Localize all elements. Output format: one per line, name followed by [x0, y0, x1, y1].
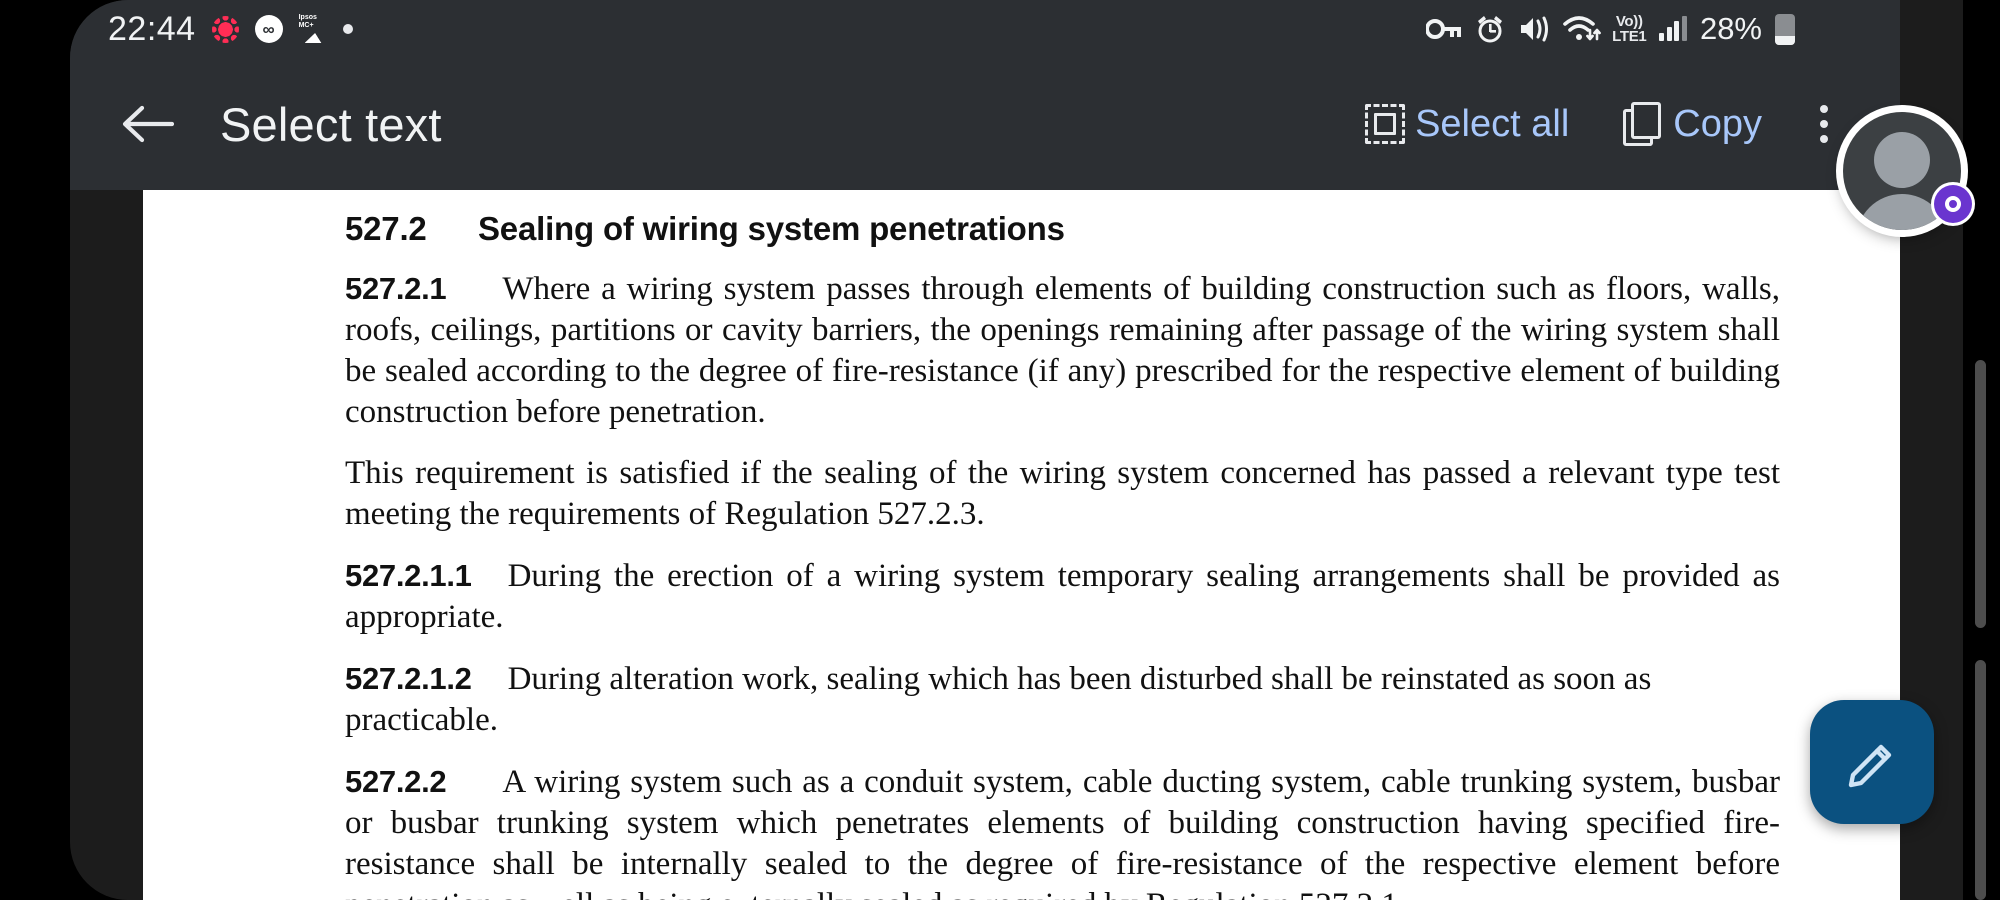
clause-number: 527.2.1.1	[345, 558, 472, 593]
volte-top-label: Vo))	[1615, 13, 1643, 30]
ipsos-label-bottom: MC+	[298, 22, 314, 29]
dot-icon	[342, 24, 353, 34]
select-all-button[interactable]: Select all	[1365, 103, 1569, 146]
scrollbar-thumb[interactable]	[1975, 660, 1986, 900]
select-all-label: Select all	[1415, 102, 1570, 145]
copy-button[interactable]: Copy	[1623, 102, 1762, 146]
document-page[interactable]: 527.2 Sealing of wiring system penetrati…	[143, 190, 1900, 900]
clause-paragraph[interactable]: 527.2.1.1 During the erection of a wiring…	[345, 555, 1780, 638]
back-button[interactable]	[112, 89, 182, 159]
clause-paragraph[interactable]: 527.2.2 A wiring system such as a conduit…	[345, 761, 1780, 900]
vibrate-mute-icon	[1518, 14, 1550, 44]
clause-paragraph[interactable]: 527.2.1 Where a wiring system passes thro…	[345, 268, 1780, 433]
vpn-key-icon	[1426, 16, 1462, 42]
clause-number: 527.2.2	[345, 764, 447, 799]
app-bar: Select text Select all Copy	[70, 58, 1900, 190]
heading-text: Sealing of wiring system penetrations	[478, 210, 1065, 247]
status-bar: 22:44 ∞ Ipsos MC+ Vo)) LTE1 28%	[70, 0, 1900, 58]
alarm-icon	[1475, 14, 1505, 44]
status-clock: 22:44	[108, 9, 196, 48]
signal-bars-icon	[1659, 16, 1687, 41]
edit-fab[interactable]	[1810, 700, 1934, 824]
wifi-icon	[1563, 14, 1601, 44]
clause-text: During the erection of a wiring system t…	[345, 558, 1780, 635]
clause-text: This requirement is satisfied if the sea…	[345, 455, 1780, 532]
screen-root: 22:44 ∞ Ipsos MC+ Vo)) LTE1 28% Select t…	[0, 0, 2000, 900]
document-heading: 527.2 Sealing of wiring system penetrati…	[345, 210, 1780, 248]
clause-text: Where a wiring system passes through ele…	[345, 271, 1780, 430]
app-bar-actions: Select all Copy	[1365, 92, 1856, 156]
scrollbar-thumb[interactable]	[1975, 360, 1986, 628]
ipsos-label-top: Ipsos	[298, 14, 317, 21]
copy-label: Copy	[1673, 102, 1762, 145]
page-title: Select text	[220, 97, 442, 151]
status-bar-left: 22:44 ∞ Ipsos MC+	[108, 10, 353, 49]
pencil-icon	[1848, 744, 1892, 788]
clause-paragraph[interactable]: This requirement is satisfied if the sea…	[345, 453, 1780, 535]
document-content: 527.2 Sealing of wiring system penetrati…	[345, 190, 1780, 900]
dd-circle-icon: ∞	[254, 15, 283, 43]
volte-icon: Vo)) LTE1	[1612, 13, 1647, 45]
overflow-menu-icon[interactable]	[1792, 92, 1856, 156]
ipsos-mediacell-icon: Ipsos MC+	[298, 14, 327, 43]
battery-percent-label: 28%	[1699, 11, 1762, 46]
clause-paragraph[interactable]: 527.2.1.2 During alteration work, sealing…	[345, 658, 1780, 741]
avatar-head-shape	[1874, 132, 1930, 188]
covid-tracker-icon	[211, 15, 239, 43]
copy-icon	[1623, 102, 1663, 146]
status-bar-right: Vo)) LTE1 28%	[1426, 0, 1795, 58]
volte-bottom-label: LTE1	[1612, 28, 1647, 45]
select-all-icon	[1365, 104, 1406, 144]
clause-number: 527.2.1	[345, 271, 447, 306]
dd-glyph: ∞	[262, 19, 275, 39]
battery-icon	[1775, 13, 1795, 45]
badge-ring-shape	[1945, 196, 1961, 212]
heading-number: 527.2	[345, 210, 427, 247]
phone-shell: 22:44 ∞ Ipsos MC+ Vo)) LTE1 28% Select t…	[70, 0, 1900, 900]
clause-number: 527.2.1.2	[345, 661, 472, 696]
clause-text: A wiring system such as a conduit system…	[345, 764, 1780, 900]
chat-head-badge	[1934, 185, 1972, 223]
clause-text: During alteration work, sealing which ha…	[345, 661, 1652, 738]
